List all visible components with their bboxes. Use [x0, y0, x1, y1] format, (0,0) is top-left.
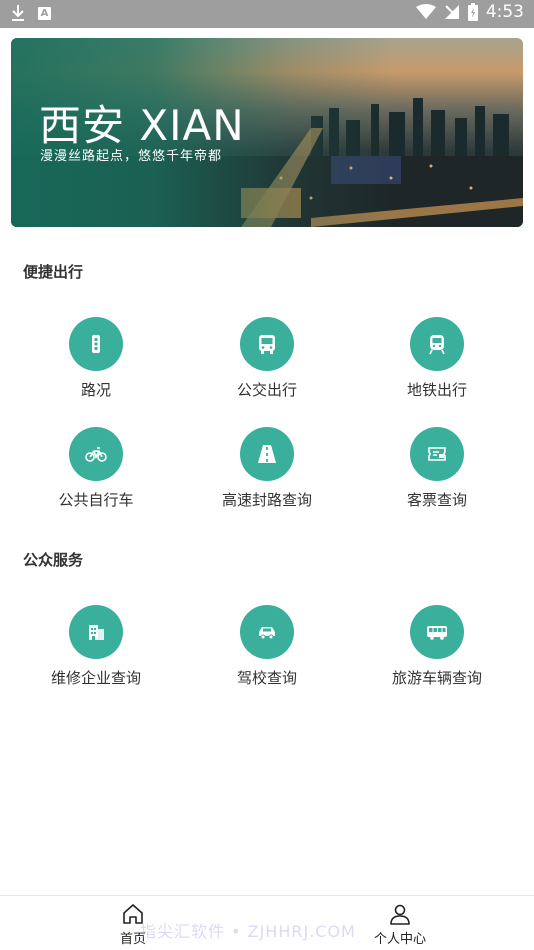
grid-item-tour-vehicle[interactable]: 旅游车辆查询 — [352, 605, 522, 695]
grid-item-highway[interactable]: 高速封路查询 — [182, 427, 352, 517]
clock: 4:53 — [485, 2, 524, 22]
grid-label: 地铁出行 — [406, 381, 467, 399]
grid-label: 路况 — [80, 381, 111, 399]
grid-item-repair[interactable]: 维修企业查询 — [11, 605, 181, 695]
bus-icon — [240, 317, 294, 371]
grid-label: 维修企业查询 — [50, 669, 141, 687]
grid-label: 驾校查询 — [236, 669, 297, 687]
grid-item-bus[interactable]: 公交出行 — [182, 317, 352, 407]
a-notification-icon: A — [38, 6, 51, 20]
banner-subtitle: 漫漫丝路起点，悠悠千年帝都 — [40, 149, 223, 164]
banner-title: 西安 XIAN — [39, 101, 245, 150]
nav-home-label: 首页 — [119, 932, 146, 947]
grid-item-traffic[interactable]: 路况 — [11, 317, 181, 407]
traffic-light-icon — [69, 317, 123, 371]
grid-label: 公共自行车 — [58, 491, 134, 509]
ticket-icon — [410, 427, 464, 481]
nav-profile[interactable]: 个人中心 — [360, 902, 440, 947]
home-icon — [123, 904, 143, 924]
battery-icon — [467, 3, 478, 21]
city-banner[interactable]: 西安 XIAN 漫漫丝路起点，悠悠千年帝都 — [11, 38, 523, 227]
signal-off-icon — [444, 5, 459, 19]
grid-label: 客票查询 — [406, 491, 467, 509]
user-icon — [390, 904, 410, 925]
section-title-public: 公众服务 — [23, 551, 84, 569]
download-icon — [12, 5, 24, 21]
highway-icon — [240, 427, 294, 481]
nav-home[interactable]: 首页 — [93, 902, 173, 947]
grid-item-bicycle[interactable]: 公共自行车 — [11, 427, 181, 517]
grid-item-driving-school[interactable]: 驾校查询 — [182, 605, 352, 695]
metro-icon — [410, 317, 464, 371]
bicycle-icon — [69, 427, 123, 481]
grid-label: 旅游车辆查询 — [391, 669, 482, 687]
grid-label: 公交出行 — [236, 381, 297, 399]
coach-icon — [410, 605, 464, 659]
building-icon — [69, 605, 123, 659]
grid-item-metro[interactable]: 地铁出行 — [352, 317, 522, 407]
grid-item-ticket[interactable]: 客票查询 — [352, 427, 522, 517]
grid-label: 高速封路查询 — [221, 491, 312, 509]
car-icon — [240, 605, 294, 659]
bottom-navigation: 首页 个人中心 — [0, 895, 534, 950]
status-bar: A 4:53 — [0, 0, 534, 28]
wifi-icon — [415, 4, 436, 19]
section-title-travel: 便捷出行 — [23, 263, 84, 281]
nav-profile-label: 个人中心 — [373, 932, 426, 947]
